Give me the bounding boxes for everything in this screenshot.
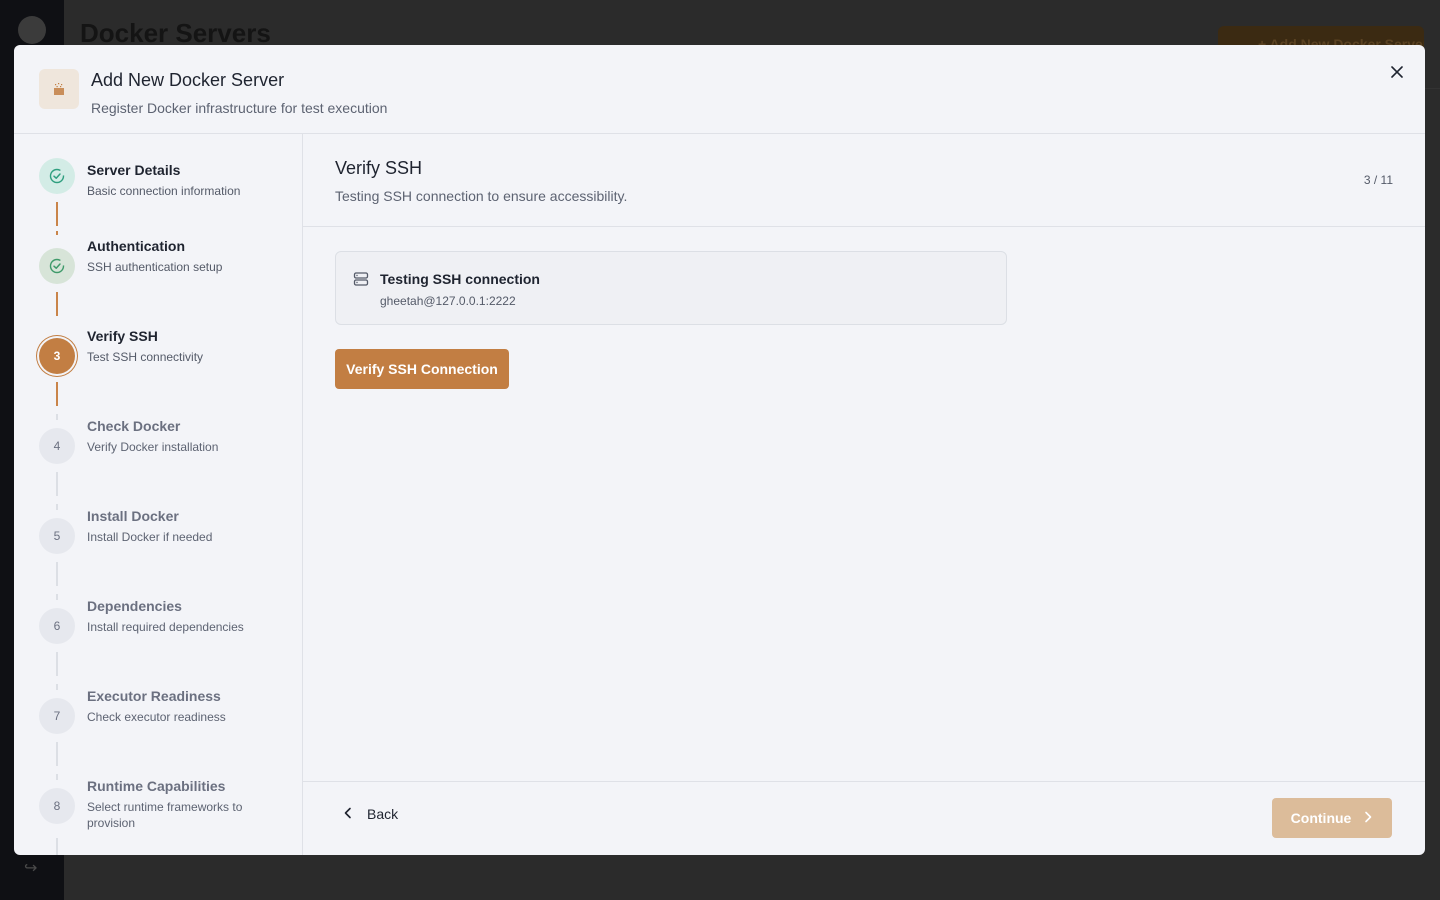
- connection-target: gheetah@127.0.0.1:2222: [380, 294, 516, 308]
- logout-icon[interactable]: ↪: [24, 858, 37, 878]
- add-server-modal: Add New Docker Server Register Docker in…: [14, 45, 1425, 855]
- connection-title: Testing SSH connection: [380, 271, 540, 287]
- step-description: Test SSH connectivity: [87, 350, 204, 364]
- step-counter: 3 / 11: [1363, 173, 1393, 187]
- step-connector: [56, 202, 58, 226]
- step-number: 3: [39, 338, 75, 374]
- chevron-right-icon: [1363, 810, 1373, 826]
- step-connector: [56, 231, 58, 235]
- step-title: Runtime Capabilities: [87, 778, 226, 794]
- step-subheading: Testing SSH connection to ensure accessi…: [335, 188, 628, 204]
- step-heading: Verify SSH: [335, 158, 423, 178]
- step-description: Verify Docker installation: [87, 440, 219, 454]
- step-connector: [56, 382, 58, 406]
- modal-header: Add New Docker Server Register Docker in…: [14, 45, 1425, 134]
- step-content-panel: Verify SSH Testing SSH connection to ens…: [303, 134, 1425, 855]
- step-description: Basic connection information: [87, 184, 241, 198]
- step-connector: [56, 594, 58, 600]
- server-icon: [353, 271, 369, 292]
- step-number: 4: [39, 428, 75, 464]
- app-logo: [18, 16, 46, 44]
- step-connector: [56, 774, 58, 780]
- back-label: Back: [367, 806, 399, 822]
- step-number: 6: [39, 608, 75, 644]
- chevron-left-icon: [343, 806, 353, 822]
- step-description: Install required dependencies: [87, 620, 244, 634]
- ssh-connection-card: Testing SSH connection gheetah@127.0.0.1…: [335, 251, 1007, 325]
- step-header: Verify SSH Testing SSH connection to ens…: [303, 134, 1425, 227]
- step-number: 5: [39, 518, 75, 554]
- continue-button[interactable]: Continue: [1272, 798, 1392, 838]
- step-number: 8: [39, 788, 75, 824]
- step-connector: [56, 838, 58, 855]
- modal-subtitle: Register Docker infrastructure for test …: [91, 100, 388, 116]
- step-title: Verify SSH: [87, 328, 158, 344]
- step-title: Executor Readiness: [87, 688, 221, 704]
- step-title: Check Docker: [87, 418, 181, 434]
- step-connector: [56, 472, 58, 496]
- step-number: 7: [39, 698, 75, 734]
- step-title: Dependencies: [87, 598, 182, 614]
- step-description: Install Docker if needed: [87, 530, 213, 544]
- modal-title: Add New Docker Server: [91, 70, 285, 90]
- docker-server-icon: [39, 69, 79, 109]
- step-description: Check executor readiness: [87, 710, 226, 724]
- verify-ssh-button[interactable]: Verify SSH Connection: [335, 349, 509, 389]
- continue-label: Continue: [1290, 810, 1352, 826]
- step-connector: [56, 652, 58, 676]
- step-title: Server Details: [87, 162, 181, 178]
- step-connector: [56, 742, 58, 766]
- back-button[interactable]: Back: [343, 806, 398, 822]
- close-icon[interactable]: [1385, 60, 1409, 84]
- step-connector: [56, 684, 58, 690]
- step-completed-check-icon: [39, 158, 75, 194]
- step-connector: [56, 504, 58, 510]
- wizard-stepper: Server Details Basic connection informat…: [14, 134, 303, 855]
- step-connector: [56, 414, 58, 420]
- step-description: Select runtime frameworks to provision: [87, 800, 243, 830]
- step-description: SSH authentication setup: [87, 260, 223, 274]
- step-connector: [56, 562, 58, 586]
- step-title: Install Docker: [87, 508, 179, 524]
- wizard-footer: Back Continue: [303, 781, 1425, 855]
- step-title: Authentication: [87, 238, 185, 254]
- step-completed-check-icon: [39, 248, 75, 284]
- step-connector: [56, 292, 58, 316]
